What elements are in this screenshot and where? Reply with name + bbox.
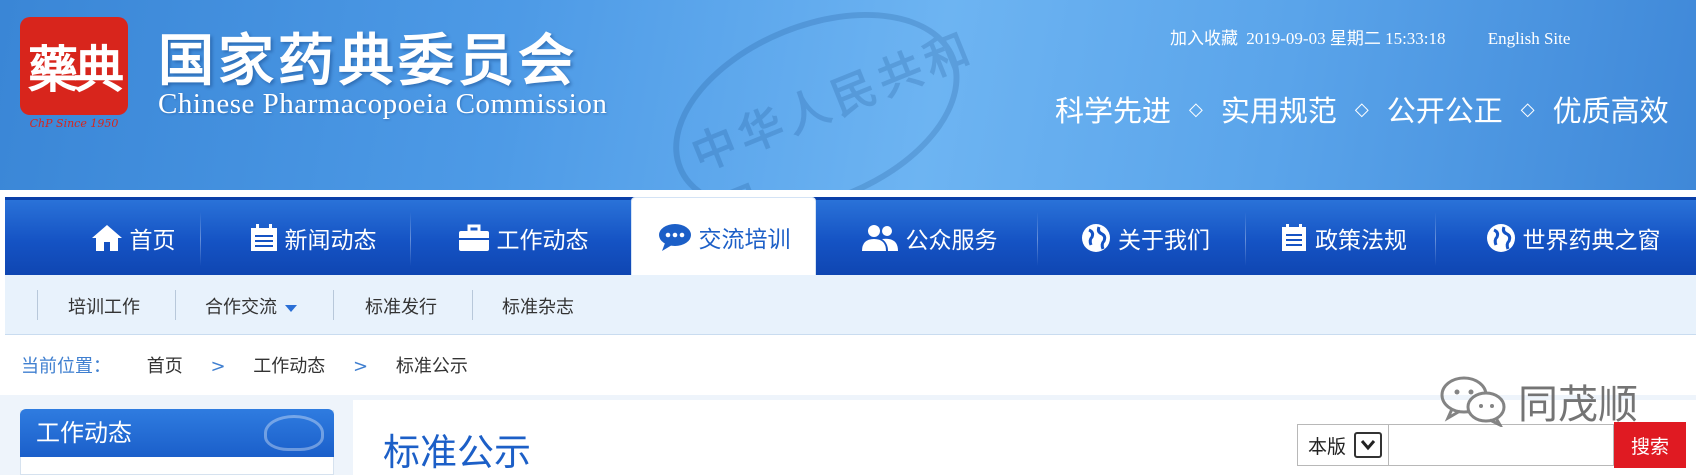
chevron-down-icon [1354,432,1382,458]
sub-nav: 培训工作 合作交流 标准发行 标准杂志 [5,275,1696,335]
calendar-icon [250,223,277,251]
slogan-item: 科学先进 [1055,94,1172,128]
globe-icon [1486,223,1515,252]
nav-item-news[interactable]: 新闻动态 [215,200,410,275]
slogan-item: 优质高效 [1552,94,1669,128]
breadcrumb: 当前位置： 首页 > 工作动态 > 标准公示 [21,352,468,378]
nav-label: 新闻动态 [284,227,377,254]
subnav-label: 合作交流 [205,297,277,318]
nav-label: 政策法规 [1315,227,1407,254]
diamond-separator-icon: ◇ [1520,98,1535,120]
site-header: 中华人民共和国 藥典 ChP Since 1950 国家药典委员会 Chines… [0,0,1696,190]
site-title-en: Chinese Pharmacopoeia Commission [158,88,608,120]
nav-label: 世界药典之窗 [1522,227,1661,254]
site-logo[interactable]: 藥典 [20,17,128,115]
breadcrumb-current: 标准公示 [395,356,468,377]
top-links: 加入收藏 2019-09-03 星期二 15:33:18 English Sit… [1170,24,1574,49]
nav-item-exchange[interactable]: 交流培训 [631,197,816,276]
subnav-item-journal[interactable]: 标准杂志 [502,293,574,319]
nav-label: 关于我们 [1118,227,1210,254]
slogan: 科学先进 ◇ 实用规范 ◇ 公开公正 ◇ 优质高效 [1055,88,1669,130]
breadcrumb-work[interactable]: 工作动态 [253,356,325,377]
nav-item-about[interactable]: 关于我们 [1055,200,1235,275]
nav-label: 首页 [129,227,176,254]
breadcrumb-separator: > [353,356,369,377]
wechat-icon [1440,376,1506,427]
search-scope-select[interactable]: 本版 [1297,424,1389,466]
globe-icon [1082,223,1110,252]
watermark-name: 同茂顺 [1518,382,1638,428]
briefcase-icon [458,224,489,251]
nav-label: 工作动态 [496,227,589,254]
diamond-separator-icon: ◇ [1189,98,1203,120]
logo-text: 藥典 [28,40,124,99]
scope-value: 本版 [1308,435,1347,458]
document-icon [1282,223,1306,251]
section-title: 标准公示 [383,431,531,474]
nav-item-home[interactable]: 首页 [65,200,200,275]
slogan-item: 实用规范 [1220,94,1337,128]
main-nav: 首页 新闻动态 工作动态 交流培训 公众服务 关于我们 政策法规 世界药典之窗 [5,197,1696,276]
chat-icon [658,224,691,251]
nav-item-policy[interactable]: 政策法规 [1263,200,1423,275]
nav-label: 交流培训 [698,227,791,253]
header-watermark: 中华人民共和国 [618,0,1023,190]
caret-down-icon [285,304,297,312]
breadcrumb-home[interactable]: 首页 [147,356,183,377]
diamond-separator-icon: ◇ [1354,98,1369,120]
users-icon [861,224,898,251]
nav-item-world-pharmacopoeia[interactable]: 世界药典之窗 [1455,200,1690,275]
site-title-cn: 国家药典委员会 [158,28,578,94]
slogan-item: 公开公正 [1386,94,1503,128]
cloud-decoration-icon [264,415,324,451]
search-input[interactable] [1389,424,1614,466]
logo-caption: ChP Since 1950 [29,117,119,130]
nav-item-public[interactable]: 公众服务 [831,200,1026,275]
sidebar-title: 工作动态 [20,409,334,457]
nav-item-work[interactable]: 工作动态 [425,200,620,275]
bookmark-link[interactable]: 加入收藏 [1170,29,1238,48]
subnav-item-cooperation[interactable]: 合作交流 [205,293,297,319]
wechat-watermark: 同茂顺 [1438,372,1638,430]
nav-label: 公众服务 [905,227,998,254]
english-site-link[interactable]: English Site [1488,29,1571,48]
breadcrumb-separator: > [210,356,226,377]
datetime-display: 2019-09-03 星期二 15:33:18 [1246,29,1446,48]
home-icon [91,224,122,251]
breadcrumb-label: 当前位置： [21,356,111,377]
subnav-item-training[interactable]: 培训工作 [68,293,140,319]
subnav-item-publication[interactable]: 标准发行 [365,293,437,319]
sidebar-title-text: 工作动态 [36,419,132,447]
